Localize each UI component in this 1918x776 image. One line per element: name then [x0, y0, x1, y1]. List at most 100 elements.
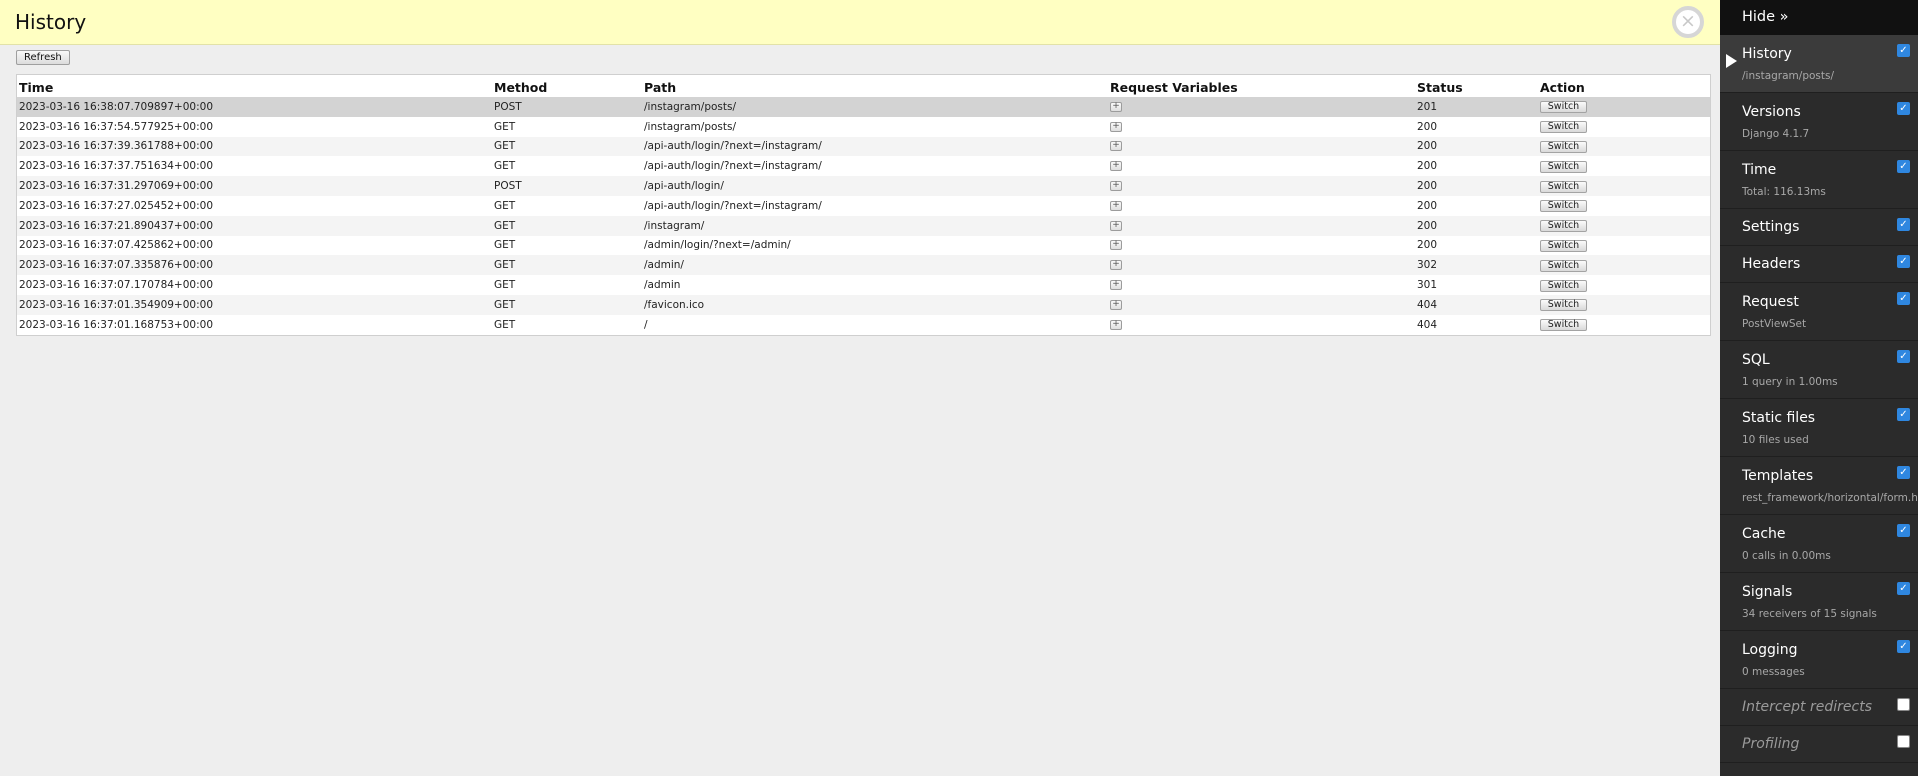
- toolbar-panel-versions[interactable]: Versions Django 4.1.7 ✓: [1720, 93, 1918, 151]
- switch-button[interactable]: Switch: [1540, 101, 1587, 114]
- switch-button[interactable]: Switch: [1540, 299, 1587, 312]
- toolbar-panel-list: History/instagram/posts/ ✓ Versions Django …: [1720, 35, 1918, 763]
- panel-enable-checkbox[interactable]: ✓: [1897, 102, 1910, 115]
- row-path: /admin: [642, 275, 1108, 295]
- panel-enable-checkbox[interactable]: ✓: [1897, 218, 1910, 231]
- switch-button[interactable]: Switch: [1540, 220, 1587, 233]
- row-time: 2023-03-16 16:37:01.354909+00:00: [17, 294, 492, 315]
- expand-variables-icon[interactable]: +: [1110, 141, 1122, 152]
- panel-enable-checkbox[interactable]: ✓: [1897, 160, 1910, 173]
- toolbar-panel-title: Static files: [1742, 410, 1816, 426]
- expand-variables-icon[interactable]: +: [1110, 200, 1122, 211]
- panel-enable-checkbox[interactable]: ✓: [1897, 524, 1910, 537]
- column-header-status: Status: [1417, 80, 1463, 95]
- row-status: 201: [1415, 97, 1538, 117]
- toolbar-panel-subtitle: /instagram/posts/: [1742, 70, 1834, 82]
- table-row: 2023-03-16 16:37:07.335876+00:00 GET/admi…: [17, 255, 1710, 276]
- switch-button[interactable]: Switch: [1540, 200, 1587, 213]
- history-panel: History × Refresh Time Method Path Reque…: [0, 0, 1720, 776]
- panel-enable-checkbox[interactable]: ✓: [1897, 582, 1910, 595]
- switch-button[interactable]: Switch: [1540, 160, 1587, 173]
- table-row: 2023-03-16 16:37:37.751634+00:00 GET/api-…: [17, 156, 1710, 177]
- toolbar-panel-intercept-redirects[interactable]: Intercept redirects: [1720, 689, 1918, 726]
- panel-enable-checkbox[interactable]: ✓: [1897, 466, 1910, 479]
- toolbar-panel-templates[interactable]: Templates rest_framework/horizontal/form.…: [1720, 457, 1918, 515]
- panel-enable-checkbox[interactable]: ✓: [1897, 292, 1910, 305]
- toolbar-panel-subtitle: 34 receivers of 15 signals: [1742, 608, 1877, 620]
- refresh-button[interactable]: Refresh: [16, 50, 70, 65]
- table-header-row: Time Method Path Request Variables Statu…: [17, 75, 1710, 97]
- switch-button[interactable]: Switch: [1540, 319, 1587, 332]
- row-status: 404: [1415, 294, 1538, 315]
- expand-variables-icon[interactable]: +: [1110, 240, 1122, 251]
- toolbar-panel-static-files[interactable]: Static files 10 files used ✓: [1720, 399, 1918, 457]
- row-action: Switch: [1538, 215, 1710, 236]
- row-method: GET: [492, 255, 642, 276]
- panel-enable-checkbox[interactable]: ✓: [1897, 640, 1910, 653]
- row-time: 2023-03-16 16:37:01.168753+00:00: [17, 314, 492, 335]
- expand-variables-icon[interactable]: +: [1110, 101, 1122, 112]
- expand-variables-icon[interactable]: +: [1110, 220, 1122, 231]
- row-action: Switch: [1538, 97, 1710, 117]
- toolbar-panel-title: Profiling: [1742, 736, 1800, 752]
- expand-variables-icon[interactable]: +: [1110, 121, 1122, 132]
- row-status: 200: [1415, 235, 1538, 256]
- row-time: 2023-03-16 16:38:07.709897+00:00: [17, 97, 492, 117]
- toolbar-panel-logging[interactable]: Logging 0 messages ✓: [1720, 631, 1918, 689]
- toolbar-panel-subtitle: PostViewSet: [1742, 318, 1807, 330]
- toolbar-panel-subtitle: rest_framework/horizontal/form.html: [1742, 492, 1918, 504]
- toolbar-panel-subtitle: 10 files used: [1742, 434, 1809, 446]
- switch-button[interactable]: Switch: [1540, 279, 1587, 292]
- panel-enable-checkbox[interactable]: [1897, 735, 1910, 748]
- panel-enable-checkbox[interactable]: [1897, 698, 1910, 711]
- row-request-variables: +: [1108, 294, 1415, 315]
- column-header-time: Time: [19, 80, 54, 95]
- expand-variables-icon[interactable]: +: [1110, 299, 1122, 310]
- toolbar-panel-sql[interactable]: SQL 1 query in 1.00ms ✓: [1720, 341, 1918, 399]
- panel-enable-checkbox[interactable]: ✓: [1897, 408, 1910, 421]
- table-row: 2023-03-16 16:37:54.577925+00:00 GET/inst…: [17, 116, 1710, 137]
- toolbar-panel-history[interactable]: History/instagram/posts/ ✓: [1720, 35, 1918, 93]
- row-action: Switch: [1538, 235, 1710, 256]
- row-request-variables: +: [1108, 156, 1415, 177]
- row-path: /admin/: [642, 255, 1108, 276]
- toolbar-panel-request[interactable]: Request PostViewSet ✓: [1720, 283, 1918, 341]
- switch-button[interactable]: Switch: [1540, 140, 1587, 153]
- expand-variables-icon[interactable]: +: [1110, 319, 1122, 330]
- toolbar-panel-headers[interactable]: Headers ✓: [1720, 246, 1918, 283]
- row-request-variables: +: [1108, 176, 1415, 196]
- panel-enable-checkbox[interactable]: ✓: [1897, 255, 1910, 268]
- row-method: GET: [492, 215, 642, 236]
- expand-variables-icon[interactable]: +: [1110, 280, 1122, 291]
- toolbar-panel-time[interactable]: Time Total: 116.13ms ✓: [1720, 151, 1918, 209]
- switch-button[interactable]: Switch: [1540, 239, 1587, 252]
- hide-toolbar-link[interactable]: Hide »: [1720, 0, 1918, 35]
- row-path: /instagram/posts/: [642, 116, 1108, 137]
- column-header-request-variables: Request Variables: [1110, 80, 1238, 95]
- toolbar-panel-title: Headers: [1742, 256, 1801, 272]
- panel-header: History ×: [0, 0, 1720, 45]
- panel-enable-checkbox[interactable]: ✓: [1897, 350, 1910, 363]
- row-time: 2023-03-16 16:37:39.361788+00:00: [17, 136, 492, 157]
- panel-title: History: [15, 10, 87, 34]
- row-status: 200: [1415, 156, 1538, 177]
- expand-variables-icon[interactable]: +: [1110, 181, 1122, 192]
- switch-button[interactable]: Switch: [1540, 259, 1587, 272]
- toolbar-panel-settings[interactable]: Settings ✓: [1720, 209, 1918, 246]
- row-status: 404: [1415, 314, 1538, 335]
- expand-variables-icon[interactable]: +: [1110, 260, 1122, 271]
- toolbar-panel-cache[interactable]: Cache 0 calls in 0.00ms ✓: [1720, 515, 1918, 573]
- row-status: 200: [1415, 116, 1538, 137]
- toolbar-panel-title: Templates: [1742, 468, 1814, 484]
- panel-enable-checkbox[interactable]: ✓: [1897, 44, 1910, 57]
- row-request-variables: +: [1108, 136, 1415, 157]
- toolbar-panel-subtitle: Total: 116.13ms: [1742, 186, 1826, 198]
- toolbar-panel-profiling[interactable]: Profiling: [1720, 726, 1918, 763]
- table-row: 2023-03-16 16:37:21.890437+00:00 GET/inst…: [17, 215, 1710, 236]
- close-icon[interactable]: ×: [1672, 6, 1704, 38]
- switch-button[interactable]: Switch: [1540, 121, 1587, 134]
- toolbar-panel-signals[interactable]: Signals 34 receivers of 15 signals ✓: [1720, 573, 1918, 631]
- switch-button[interactable]: Switch: [1540, 180, 1587, 193]
- row-method: GET: [492, 136, 642, 157]
- expand-variables-icon[interactable]: +: [1110, 161, 1122, 172]
